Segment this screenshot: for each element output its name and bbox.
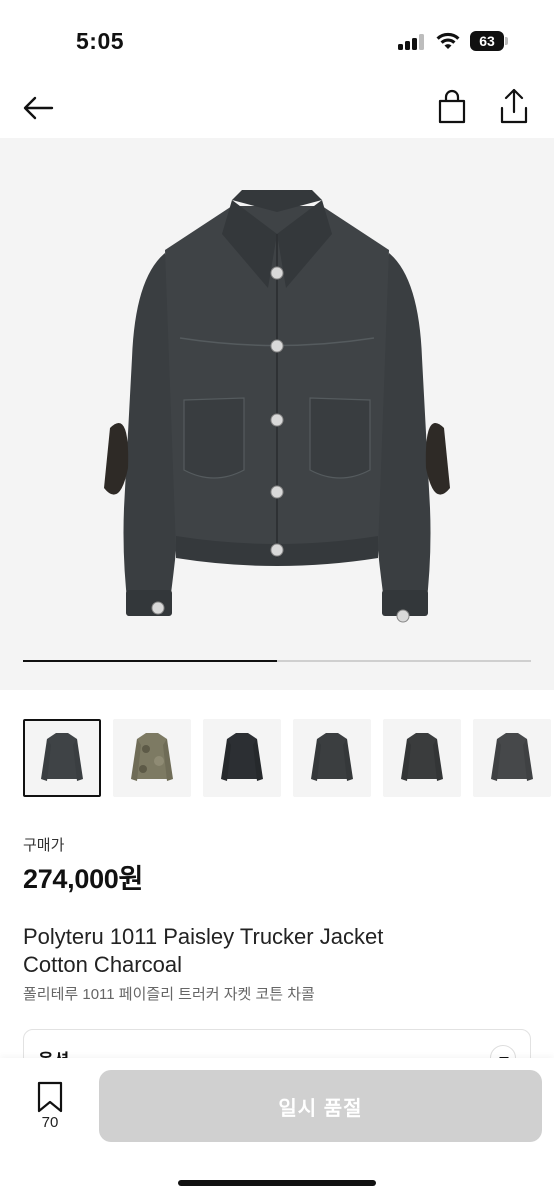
signal-icon	[398, 34, 426, 50]
status-bar: 5:05 63	[0, 0, 554, 80]
share-button[interactable]	[496, 86, 532, 126]
thumbnail-1[interactable]	[23, 719, 101, 797]
gallery-progress-fill	[23, 660, 277, 662]
cart-button[interactable]	[435, 88, 469, 126]
price-value: 274,000원	[23, 864, 144, 894]
share-icon	[500, 88, 528, 124]
bottom-action-bar: 70 일시 품절	[0, 1058, 554, 1200]
thumbnail-2[interactable]	[113, 719, 191, 797]
bookmark-count: 70	[41, 1114, 59, 1131]
thumbnail-6[interactable]	[473, 719, 551, 797]
product-title: Polyteru 1011 Paisley Trucker Jacket Cot…	[23, 923, 523, 979]
product-image-gallery[interactable]	[0, 138, 554, 690]
thumbnail-4[interactable]	[293, 719, 371, 797]
battery-level: 63	[470, 31, 504, 51]
thumbnail-strip	[23, 719, 554, 799]
product-title-korean: 폴리테루 1011 페이즐리 트러커 자켓 코튼 차콜	[23, 986, 315, 1003]
wifi-icon	[435, 31, 461, 51]
status-time: 5:05	[76, 28, 125, 54]
battery-icon: 63	[470, 31, 508, 51]
bookmark-icon	[37, 1081, 63, 1113]
home-indicator	[178, 1180, 376, 1186]
back-button[interactable]	[20, 90, 60, 126]
bookmark-button[interactable]: 70	[28, 1080, 72, 1138]
product-title-line1: Polyteru 1011 Paisley Trucker Jacket	[23, 924, 384, 949]
price-label: 구매가	[23, 837, 65, 854]
thumbnail-5[interactable]	[383, 719, 461, 797]
jacket-image	[104, 190, 450, 623]
thumbnail-3[interactable]	[203, 719, 281, 797]
sold-out-button[interactable]: 일시 품절	[99, 1070, 542, 1142]
product-title-line2: Cotton Charcoal	[23, 952, 182, 977]
top-nav	[0, 80, 554, 136]
gallery-progress-track	[23, 660, 531, 662]
back-arrow-icon	[23, 96, 54, 120]
shopping-bag-icon	[438, 89, 466, 124]
